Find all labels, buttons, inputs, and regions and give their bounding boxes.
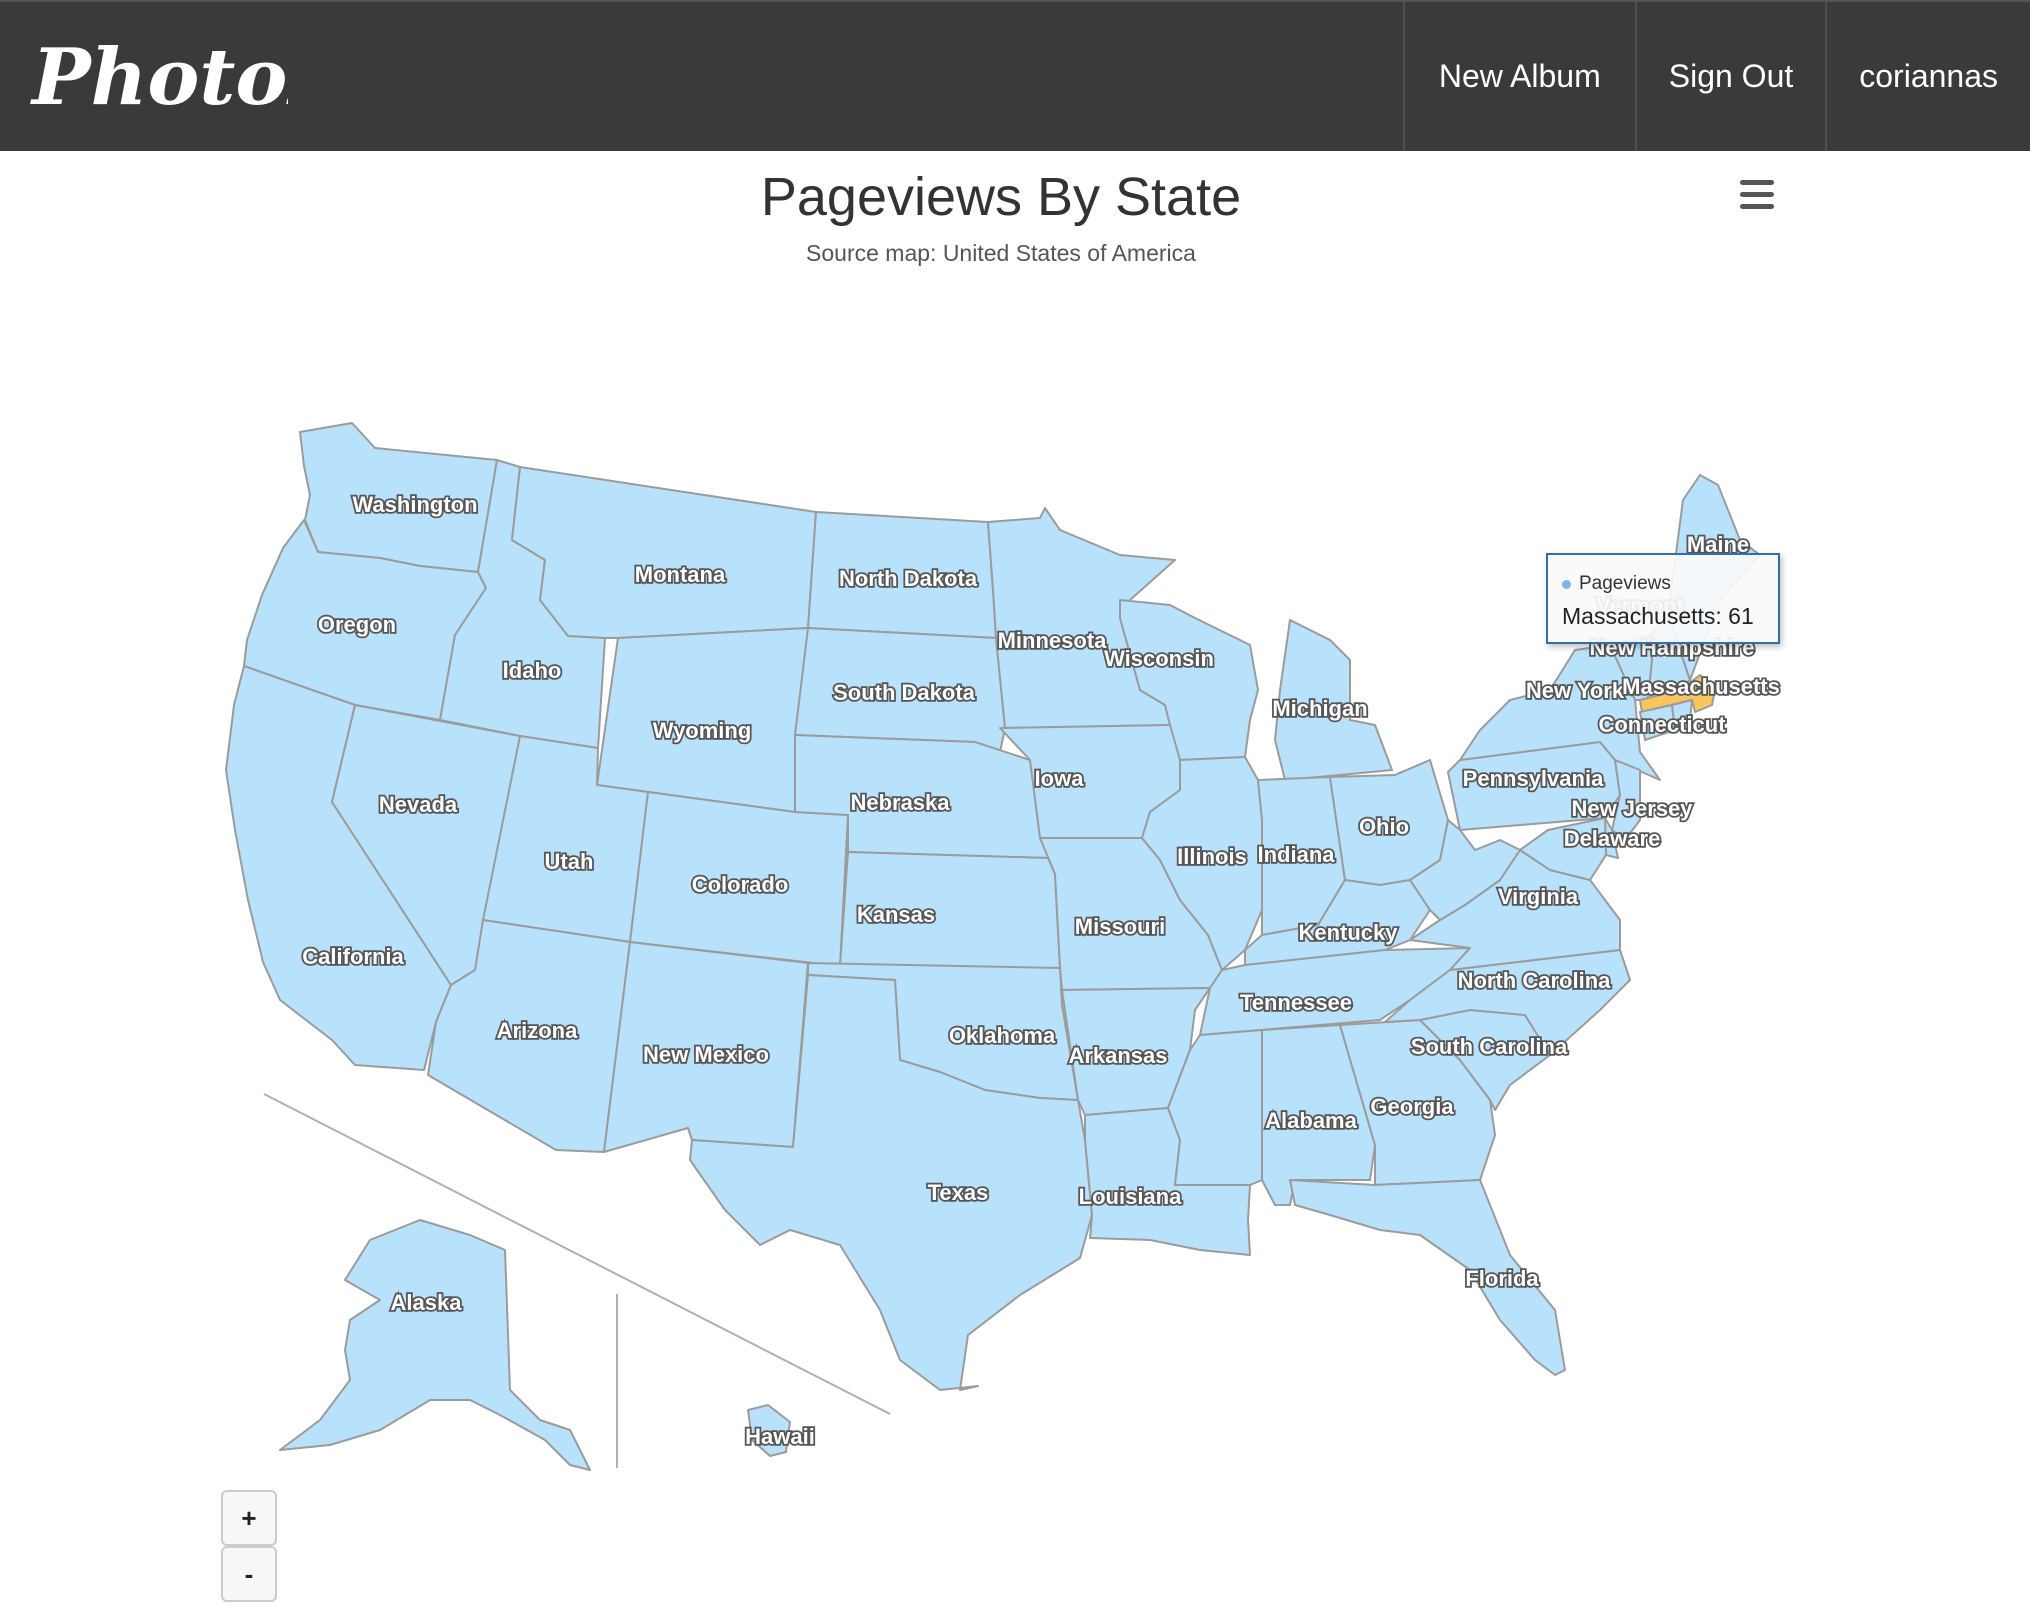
state-label: Alaska (391, 1290, 463, 1315)
us-states-map[interactable]: Washington Oregon California Idaho Nevada Mon… (0, 151, 2030, 1614)
logo-text: Photoz (30, 32, 288, 123)
new-album-link[interactable]: New Album (1402, 2, 1635, 151)
state-alaska[interactable] (279, 1219, 591, 1471)
state-label: Massachusetts (1622, 674, 1780, 699)
state-label: Wisconsin (1104, 646, 1214, 671)
state-label: Kentucky (1298, 920, 1398, 945)
state-label: Louisiana (1079, 1184, 1182, 1209)
state-label: Nevada (379, 792, 458, 817)
tooltip-series-name: Pageviews (1579, 573, 1671, 594)
state-label: Michigan (1272, 696, 1367, 721)
map-tooltip: Pageviews Massachusetts: 61 (1546, 553, 1780, 644)
state-label: Minnesota (998, 628, 1108, 653)
state-label: Missouri (1075, 914, 1165, 939)
state-label: Ohio (1359, 814, 1409, 839)
sign-out-link[interactable]: Sign Out (1634, 2, 1826, 151)
state-label: Arkansas (1068, 1043, 1167, 1068)
state-label: Hawaii (745, 1424, 815, 1449)
zoom-in-button[interactable]: + (221, 1490, 277, 1546)
state-label: Indiana (1257, 842, 1335, 867)
photoz-logo[interactable]: Photoz (28, 20, 288, 130)
state-label: Oregon (318, 612, 396, 637)
state-label: Arizona (497, 1018, 578, 1043)
zoom-out-button[interactable]: - (221, 1546, 277, 1602)
state-label: Georgia (1370, 1094, 1454, 1119)
state-label: New Jersey (1571, 796, 1693, 821)
state-label: Kansas (857, 902, 935, 927)
state-label: Colorado (692, 872, 789, 897)
state-label: Delaware (1564, 826, 1661, 851)
state-label: South Carolina (1411, 1034, 1568, 1059)
state-label: Washington (352, 492, 477, 517)
state-label: New Mexico (643, 1042, 769, 1067)
state-label: Texas (928, 1180, 989, 1205)
state-label: North Carolina (1458, 968, 1612, 993)
state-label: New York (1526, 678, 1625, 703)
state-label: Oklahoma (949, 1023, 1056, 1048)
state-label: Pennsylvania (1463, 766, 1604, 791)
state-label: Iowa (1035, 766, 1085, 791)
state-label: Virginia (1498, 884, 1579, 909)
state-montana[interactable] (511, 466, 817, 639)
username-link[interactable]: coriannas (1825, 2, 2030, 151)
state-label: North Dakota (839, 566, 978, 591)
top-navbar: Photoz New Album Sign Out coriannas (0, 0, 2030, 151)
state-label: Connecticut (1598, 712, 1726, 737)
state-label: South Dakota (833, 680, 976, 705)
series-dot-icon (1562, 579, 1571, 589)
tooltip-value: Massachusetts: 61 (1562, 603, 1754, 629)
state-label: Illinois (1177, 844, 1247, 869)
state-label: Montana (635, 562, 726, 587)
state-label: Florida (1465, 1266, 1539, 1291)
state-label: Utah (545, 849, 594, 874)
nav-menu: New Album Sign Out coriannas (1402, 2, 2030, 151)
state-label: Idaho (503, 658, 562, 683)
state-label: California (302, 944, 404, 969)
state-label: Alabama (1265, 1108, 1357, 1133)
state-label: Tennessee (1240, 990, 1352, 1015)
state-label: Wyoming (653, 718, 752, 743)
state-label: Nebraska (850, 790, 950, 815)
